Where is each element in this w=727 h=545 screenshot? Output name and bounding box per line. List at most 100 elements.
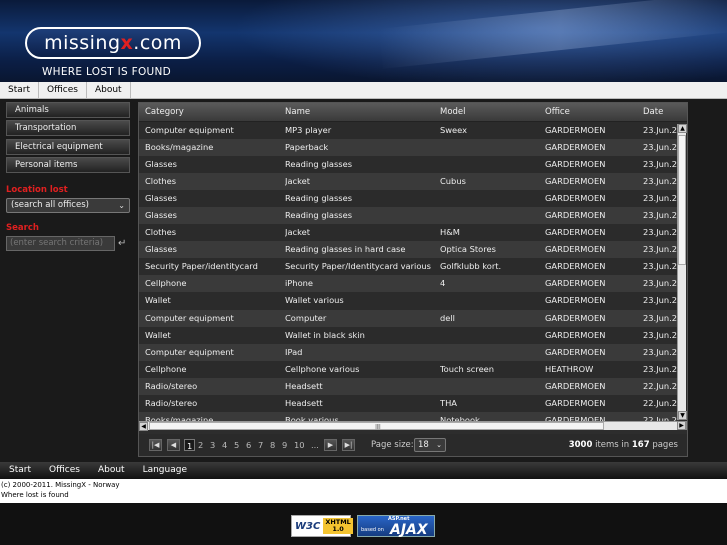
- cell-category: Clothes: [145, 227, 177, 238]
- footer-nav-offices[interactable]: Offices: [40, 462, 89, 479]
- column-header-office[interactable]: Office: [545, 103, 570, 122]
- vertical-scroll-thumb[interactable]: [678, 135, 686, 265]
- asp-ajax-badge[interactable]: ASP.net based on AJAX: [357, 515, 435, 538]
- table-row[interactable]: Glasses Reading glasses GARDERMOEN 23.Jun.2: [139, 207, 679, 225]
- scroll-down-icon[interactable]: ▼: [678, 411, 687, 420]
- badges-bar: W3C XHTML 1.0 ASP.net based on AJAX: [0, 503, 727, 545]
- cell-model: Golfklubb kort.: [440, 261, 502, 272]
- vertical-scrollbar[interactable]: ▲ ▼: [677, 124, 687, 420]
- cell-date: 23.Jun.2: [643, 244, 678, 255]
- cell-category: Books/magazine: [145, 414, 214, 421]
- scroll-left-icon[interactable]: ◀: [139, 422, 148, 431]
- page-link-6[interactable]: 6: [246, 439, 251, 451]
- nav-offices[interactable]: Offices: [39, 82, 87, 99]
- cell-date: 23.Jun.2: [643, 346, 678, 357]
- column-header-name[interactable]: Name: [285, 103, 310, 122]
- column-header-model[interactable]: Model: [440, 103, 466, 122]
- cell-category: Radio/stereo: [145, 380, 198, 391]
- horizontal-scroll-thumb[interactable]: |||||||: [149, 422, 604, 430]
- column-header-date[interactable]: Date: [643, 103, 663, 122]
- cell-office: GARDERMOEN: [545, 244, 606, 255]
- cell-office: GARDERMOEN: [545, 142, 606, 153]
- category-electrical-equipment[interactable]: Electrical equipment: [6, 138, 130, 155]
- table-row[interactable]: Glasses Reading glasses GARDERMOEN 23.Jun.2: [139, 190, 679, 208]
- category-personal-items[interactable]: Personal items: [6, 156, 130, 173]
- horizontal-scrollbar[interactable]: ◀ |||||||: [139, 421, 677, 431]
- sidebar: Animals Transportation Electrical equipm…: [6, 102, 130, 251]
- table-row[interactable]: Security Paper/identitycard Security Pape…: [139, 258, 679, 276]
- cell-date: 23.Jun.2: [643, 142, 678, 153]
- cell-date: 22.Jun.2: [643, 380, 678, 391]
- table-row[interactable]: Computer equipment IPad GARDERMOEN 23.Jun.2: [139, 343, 679, 361]
- office-select[interactable]: (search all offices) ⌄: [6, 197, 130, 213]
- cell-date: 23.Jun.2: [643, 261, 678, 272]
- category-animals[interactable]: Animals: [6, 102, 130, 118]
- page-link-2[interactable]: 2: [198, 439, 203, 451]
- page-link-more[interactable]: ...: [311, 439, 319, 451]
- w3c-xhtml-badge[interactable]: W3C XHTML 1.0: [291, 515, 353, 537]
- scroll-right-icon[interactable]: ▶: [677, 421, 686, 430]
- table-row[interactable]: Computer equipment Computer dell GARDERMOEN…: [139, 309, 679, 327]
- pager-info: 3000 items in 167 pages: [568, 440, 678, 450]
- cell-category: Cellphone: [145, 278, 187, 289]
- table-row[interactable]: Clothes Jacket Cubus GARDERMOEN 23.Jun.2: [139, 173, 679, 191]
- page-link-9[interactable]: 9: [282, 439, 287, 451]
- cell-category: Computer equipment: [145, 125, 234, 135]
- cell-office: GARDERMOEN: [545, 346, 606, 357]
- footer-nav-start[interactable]: Start: [0, 462, 40, 479]
- page-link-1[interactable]: 1: [184, 439, 196, 451]
- site-header: missingx.com WHERE LOST IS FOUND: [0, 0, 727, 82]
- page-link-4[interactable]: 4: [222, 439, 227, 451]
- cell-date: 22.Jun.2: [643, 397, 678, 408]
- cell-date: 23.Jun.2: [643, 193, 678, 204]
- cell-office: GARDERMOEN: [545, 176, 606, 187]
- table-row[interactable]: Wallet Wallet various GARDERMOEN 23.Jun.2: [139, 292, 679, 310]
- table-row[interactable]: Glasses Reading glasses in hard case Optic…: [139, 241, 679, 259]
- footer-nav-about[interactable]: About: [89, 462, 134, 479]
- column-header-category[interactable]: Category: [145, 103, 184, 122]
- cell-category: Books/magazine: [145, 142, 214, 153]
- page-link-3[interactable]: 3: [210, 439, 215, 451]
- prev-page-button[interactable]: ◀: [167, 439, 180, 451]
- cell-name: Paperback: [285, 142, 329, 153]
- last-page-button[interactable]: ▶|: [342, 439, 355, 451]
- scroll-up-icon[interactable]: ▲: [678, 124, 687, 133]
- table-row[interactable]: Radio/stereo Headsett THA GARDERMOEN 22.Jun.…: [139, 394, 679, 412]
- next-page-button[interactable]: ▶: [324, 439, 337, 451]
- cell-model: Cubus: [440, 176, 466, 187]
- table-row[interactable]: Glasses Reading glasses GARDERMOEN 23.Jun.2: [139, 156, 679, 174]
- cell-category: Glasses: [145, 210, 177, 221]
- table-row[interactable]: Clothes Jacket H&M GARDERMOEN 23.Jun.2: [139, 224, 679, 242]
- table-row[interactable]: Books/magazine Paperback GARDERMOEN 23.Jun.…: [139, 139, 679, 157]
- enter-icon[interactable]: ↵: [118, 238, 126, 249]
- footer-nav-language[interactable]: Language: [134, 462, 196, 479]
- table-row[interactable]: Cellphone Cellphone various Touch screen HE…: [139, 360, 679, 378]
- page-link-5[interactable]: 5: [234, 439, 239, 451]
- page-size-select[interactable]: 18 ⌄: [414, 438, 446, 452]
- chevron-down-icon: ⌄: [436, 441, 442, 449]
- table-row[interactable]: Books/magazine Book various Notebook GARDER…: [139, 411, 679, 421]
- table-row[interactable]: Wallet Wallet in black skin GARDERMOEN 23.J…: [139, 326, 679, 344]
- cell-model: THA: [440, 397, 457, 408]
- cell-model: H&M: [440, 227, 460, 238]
- cell-office: GARDERMOEN: [545, 210, 606, 221]
- table-row[interactable]: Cellphone iPhone 4 GARDERMOEN 23.Jun.2: [139, 275, 679, 293]
- nav-about[interactable]: About: [87, 82, 131, 99]
- site-logo[interactable]: missingx.com: [25, 27, 201, 59]
- page-link-8[interactable]: 8: [270, 439, 275, 451]
- page-link-7[interactable]: 7: [258, 439, 263, 451]
- table-row[interactable]: Radio/stereo Headsett GARDERMOEN 22.Jun.2: [139, 377, 679, 395]
- cell-date: 23.Jun.2: [643, 125, 678, 135]
- category-transportation[interactable]: Transportation: [6, 120, 130, 137]
- cell-name: Reading glasses: [285, 210, 353, 221]
- grid-header: Category Name Model Office Date: [139, 103, 687, 122]
- table-row[interactable]: Computer equipment MP3 player Sweex GARDERM…: [139, 122, 679, 140]
- search-input[interactable]: [6, 235, 115, 251]
- cell-office: GARDERMOEN: [545, 414, 606, 421]
- cell-date: 23.Jun.2: [643, 363, 678, 374]
- cell-model: Touch screen: [440, 363, 495, 374]
- cell-office: HEATHROW: [545, 363, 594, 374]
- first-page-button[interactable]: |◀: [149, 439, 162, 451]
- nav-start[interactable]: Start: [0, 82, 39, 99]
- page-link-10[interactable]: 10: [294, 439, 305, 451]
